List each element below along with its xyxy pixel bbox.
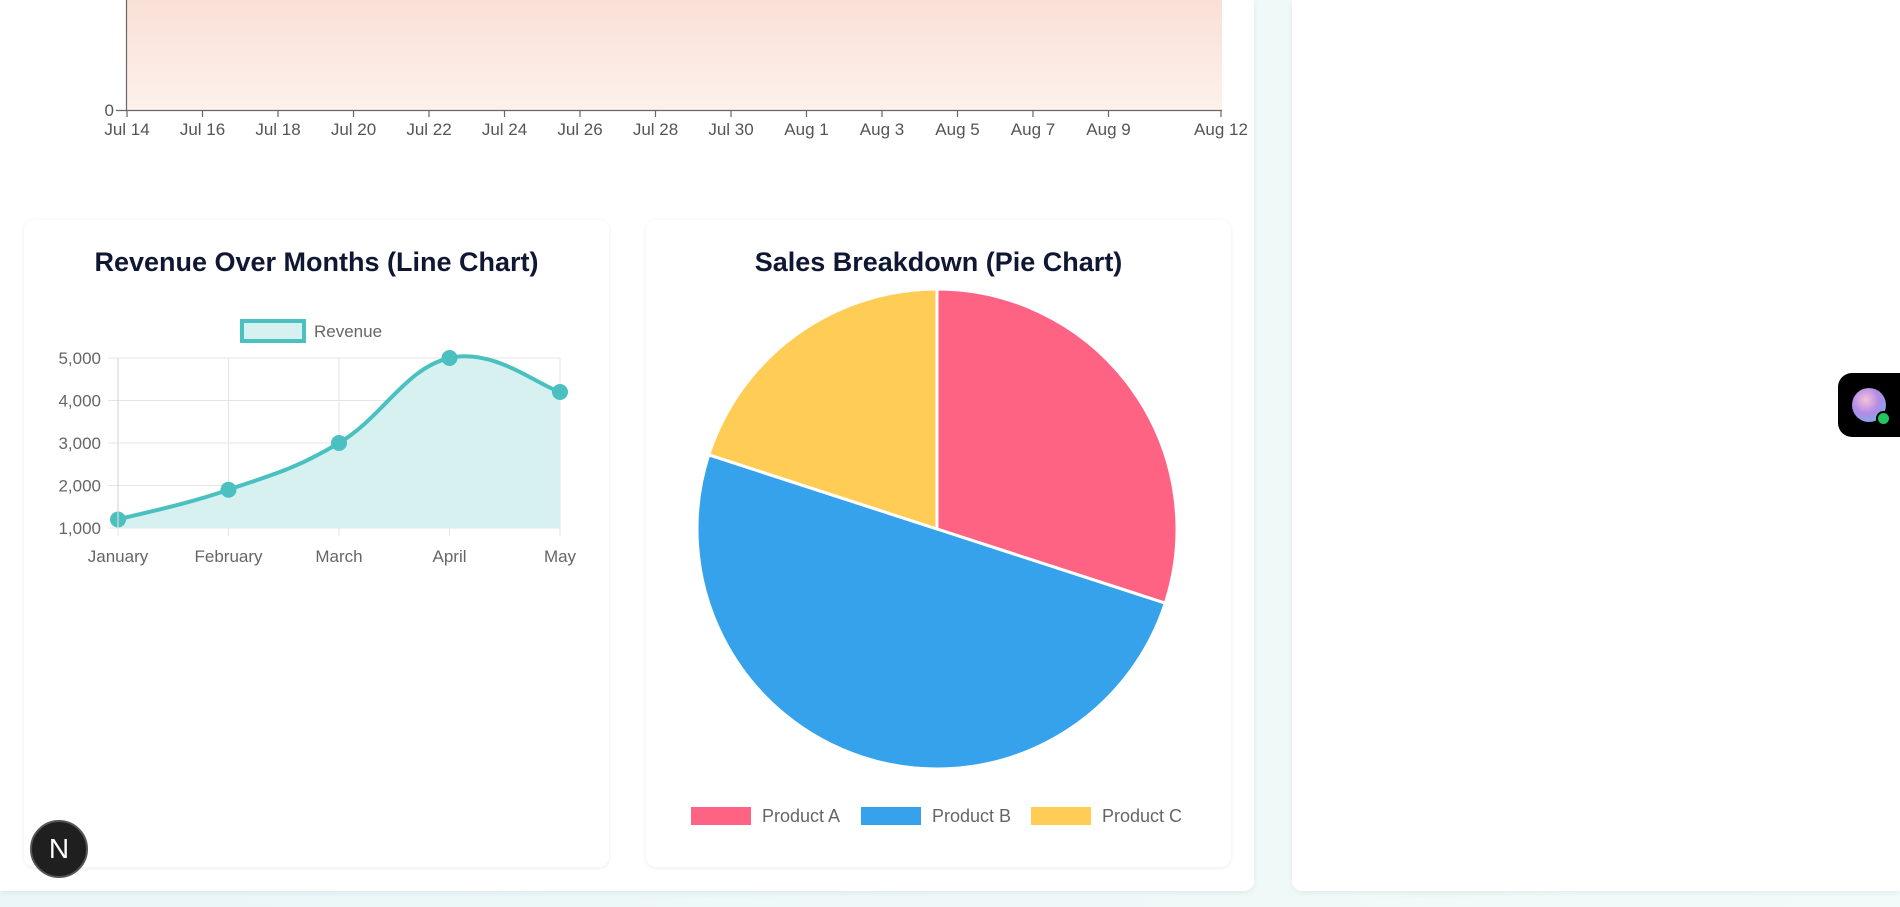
pie-chart-title: Sales Breakdown (Pie Chart) — [754, 247, 1123, 277]
timeline-x-tick-label: Aug 9 — [1086, 120, 1130, 139]
pie-legend-swatch[interactable] — [861, 807, 921, 825]
line-chart-card: Revenue Over Months (Line Chart) 5,000 4,… — [24, 220, 609, 867]
assistant-launcher-button[interactable] — [1838, 373, 1900, 437]
timeline-x-tick-label: Jul 28 — [633, 120, 678, 139]
nextjs-logo-icon: N — [48, 833, 70, 864]
line-chart-title: Revenue Over Months (Line Chart) — [94, 247, 539, 277]
timeline-x-tick-label: Aug 7 — [1011, 120, 1055, 139]
right-panel — [1292, 0, 1900, 891]
pie-chart: Product A Product B Product C — [691, 287, 1182, 826]
nextjs-dev-indicator-button[interactable]: N — [30, 820, 88, 878]
line-data-point[interactable] — [552, 384, 568, 400]
timeline-x-tick-label: Aug 1 — [784, 120, 828, 139]
timeline-x-tick-label: Jul 22 — [406, 120, 451, 139]
line-y-tick-label: 2,000 — [58, 477, 101, 496]
line-x-tick-label: January — [88, 547, 149, 566]
line-y-tick-label: 5,000 — [58, 349, 101, 368]
timeline-area-fill — [127, 0, 1222, 110]
timeline-chart: 0 Jul 14 Jul 16 Jul 18 Jul 20 Jul 22 Jul 24 Ju… — [104, 0, 1248, 139]
line-chart: 5,000 4,000 3,000 2,000 1,000 January February… — [58, 319, 577, 566]
timeline-x-tick-label: Aug 5 — [935, 120, 979, 139]
line-y-tick-label: 3,000 — [58, 434, 101, 453]
pie-legend-label[interactable]: Product B — [932, 806, 1011, 826]
line-data-point[interactable] — [441, 350, 458, 366]
pie-legend-label[interactable]: Product C — [1102, 806, 1182, 826]
pie-chart-card: Sales Breakdown (Pie Chart) Product A Pro… — [646, 220, 1231, 867]
online-status-dot — [1876, 411, 1891, 426]
line-y-tick-label: 4,000 — [58, 392, 101, 411]
timeline-x-tick-label: Jul 26 — [557, 120, 602, 139]
pie-legend-swatch[interactable] — [691, 807, 751, 825]
timeline-x-ticks: Jul 14 Jul 16 Jul 18 Jul 20 Jul 22 Jul 24 Jul … — [104, 110, 1248, 139]
line-x-tick-label: March — [315, 547, 362, 566]
timeline-y-tick: 0 — [105, 101, 114, 120]
timeline-x-tick-label: Aug 3 — [860, 120, 904, 139]
timeline-x-tick-label: Aug 12 — [1194, 120, 1248, 139]
main-panel: 0 Jul 14 Jul 16 Jul 18 Jul 20 Jul 22 Jul 24 Ju… — [0, 0, 1254, 891]
timeline-x-tick-label: Jul 16 — [180, 120, 225, 139]
timeline-x-tick-label: Jul 20 — [331, 120, 376, 139]
line-legend-swatch[interactable] — [240, 319, 306, 343]
line-x-tick-label: February — [194, 547, 263, 566]
timeline-x-tick-label: Jul 24 — [482, 120, 527, 139]
timeline-x-tick-label: Jul 14 — [104, 120, 149, 139]
timeline-x-tick-label: Jul 18 — [255, 120, 300, 139]
line-data-point[interactable] — [331, 435, 347, 451]
line-x-tick-label: April — [432, 547, 466, 566]
line-y-tick-label: 1,000 — [58, 519, 101, 538]
line-data-point[interactable] — [220, 481, 237, 498]
line-x-tick-label: May — [544, 547, 577, 566]
pie-legend-label[interactable]: Product A — [762, 806, 840, 826]
timeline-x-tick-label: Jul 30 — [708, 120, 753, 139]
pie-legend-swatch[interactable] — [1031, 807, 1091, 825]
line-legend-label[interactable]: Revenue — [314, 322, 382, 341]
